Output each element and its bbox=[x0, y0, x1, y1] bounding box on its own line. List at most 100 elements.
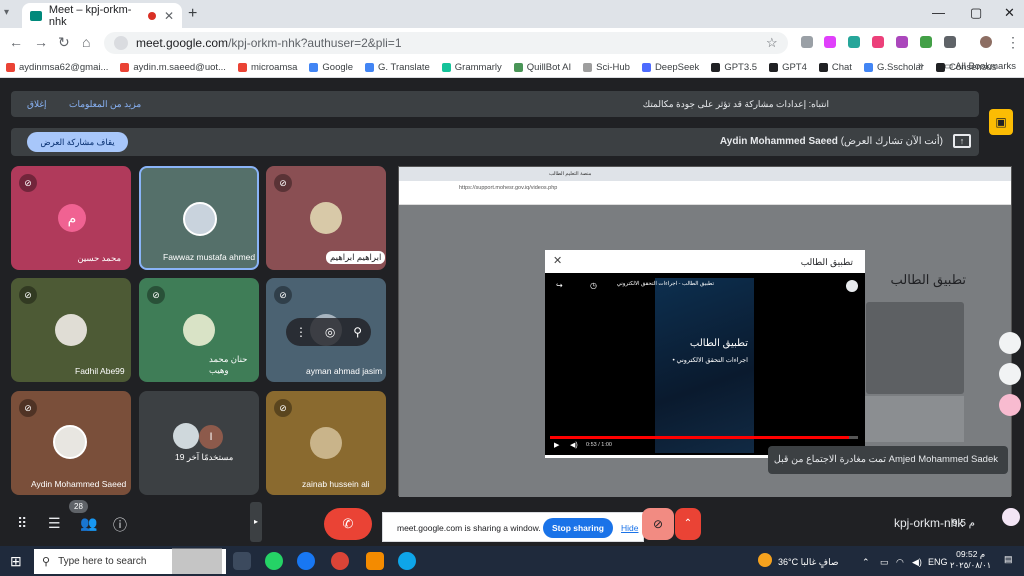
url-path: /kpj-orkm-nhk?authuser=2&pli=1 bbox=[228, 36, 402, 50]
leave-call-button[interactable]: ✆ bbox=[324, 508, 372, 540]
side-panel-icon[interactable] bbox=[999, 363, 1021, 385]
facebook-icon[interactable] bbox=[297, 552, 315, 570]
bookmark-item[interactable]: aydin.m.saeed@uot... bbox=[120, 62, 226, 73]
modal-close-icon[interactable]: ✕ bbox=[553, 254, 562, 267]
bookmark-item[interactable]: Google bbox=[309, 62, 353, 73]
people-icon[interactable]: 👥 bbox=[80, 515, 97, 532]
wifi-icon[interactable]: ◠ bbox=[896, 557, 904, 568]
extension-translate-icon[interactable] bbox=[872, 36, 884, 48]
participant-tile[interactable]: ⊘ zainab hussein ali bbox=[266, 391, 386, 495]
extensions-puzzle-icon[interactable] bbox=[944, 36, 956, 48]
bookmark-item[interactable]: GPT3.5 bbox=[711, 62, 757, 73]
extension-shield-icon[interactable] bbox=[801, 36, 813, 48]
participant-tile[interactable]: ⊘ Fadhil Abe99 bbox=[11, 278, 131, 382]
share-video-icon[interactable]: ↪ bbox=[556, 281, 563, 290]
bookmark-star-icon[interactable]: ☆ bbox=[766, 35, 778, 51]
volume-icon[interactable]: ◀) bbox=[570, 441, 578, 449]
home-icon[interactable]: ⌂ bbox=[82, 34, 90, 50]
chrome-icon[interactable] bbox=[331, 552, 349, 570]
hide-notification-link[interactable]: Hide bbox=[621, 523, 638, 533]
participant-tile[interactable]: ⊘ م محمد حسين bbox=[11, 166, 131, 270]
stop-sharing-button[interactable]: Stop sharing bbox=[543, 518, 613, 538]
more-audio-options-icon[interactable]: ⌃ bbox=[675, 508, 701, 540]
bookmark-label: GPT3.5 bbox=[724, 62, 758, 73]
bookmark-item[interactable]: microamsa bbox=[237, 62, 297, 73]
bookmark-item[interactable]: Sci-Hub bbox=[583, 62, 630, 73]
windows-start-icon[interactable]: ⊞ bbox=[10, 553, 22, 570]
dismiss-banner-link[interactable]: إغلاق bbox=[27, 99, 47, 110]
stop-presenting-button[interactable]: يقاف مشاركة العرض bbox=[27, 132, 128, 152]
participant-tile[interactable]: ⊘ ابراهيم ابراهيم bbox=[266, 166, 386, 270]
mic-off-button[interactable]: ⊘ bbox=[642, 508, 674, 540]
pin-icon[interactable]: ⚲ bbox=[353, 325, 362, 339]
meeting-info-icon[interactable]: ⓘ bbox=[113, 515, 127, 535]
present-to-all-icon: ↑ bbox=[953, 134, 971, 148]
network-icon[interactable]: ▭ bbox=[880, 557, 889, 568]
whatsapp-icon[interactable] bbox=[265, 552, 283, 570]
task-view-icon[interactable] bbox=[233, 552, 251, 570]
close-window-button[interactable]: ✕ bbox=[1004, 5, 1015, 21]
address-bar[interactable]: meet.google.com /kpj-orkm-nhk?authuser=2… bbox=[104, 32, 788, 54]
notifications-icon[interactable]: ▤ bbox=[1004, 554, 1013, 565]
input-language[interactable]: ENG bbox=[928, 557, 948, 567]
bookmark-favicon-icon bbox=[237, 63, 247, 72]
back-icon[interactable]: ← bbox=[9, 34, 23, 50]
edge-icon[interactable] bbox=[398, 552, 416, 570]
apps-grid-icon[interactable]: ⠿ bbox=[17, 515, 27, 532]
tray-overflow-icon[interactable]: ⌃ bbox=[862, 557, 870, 568]
speaker-icon[interactable]: ◀) bbox=[912, 557, 922, 568]
profile-avatar[interactable] bbox=[980, 36, 992, 48]
maximize-button[interactable]: ▢ bbox=[970, 5, 982, 21]
avatar bbox=[183, 314, 215, 346]
side-panel-icon[interactable] bbox=[999, 332, 1021, 354]
screen-share-warning-icon[interactable]: ▣ bbox=[989, 109, 1013, 135]
browser-tab-meet[interactable]: Meet – kpj-orkm-nhk ✕ bbox=[22, 3, 182, 28]
bookmarks-overflow-icon[interactable]: » bbox=[918, 60, 924, 71]
bookmark-item[interactable]: QuillBot AI bbox=[513, 62, 571, 73]
presenter-name: Aydin Mohammed Saeed bbox=[719, 136, 838, 147]
extension-green-icon[interactable] bbox=[920, 36, 932, 48]
all-bookmarks-button[interactable]: ▭ All Bookmarks bbox=[944, 61, 1016, 72]
participant-tile-speaking[interactable]: Fawwaz mustafa ahmed bbox=[139, 166, 259, 270]
chat-icon[interactable]: ☰ bbox=[48, 515, 61, 532]
video-progress-bar[interactable] bbox=[550, 436, 858, 439]
tab-search-icon[interactable]: ▾ bbox=[4, 7, 9, 18]
bookmark-item[interactable]: Chat bbox=[818, 62, 852, 73]
site-info-icon[interactable] bbox=[114, 36, 128, 50]
mic-off-icon: ⊘ bbox=[19, 174, 37, 192]
extension-screen-icon[interactable] bbox=[848, 36, 860, 48]
system-clock[interactable]: 09:52 م ٢٠٢٥/٠٨/٠١ bbox=[950, 549, 991, 571]
expand-controls-icon[interactable]: ▸ bbox=[250, 502, 262, 542]
bookmark-item[interactable]: DeepSeek bbox=[641, 62, 699, 73]
bookmark-item[interactable]: GPT4 bbox=[769, 62, 807, 73]
minimize-button[interactable]: — bbox=[932, 5, 945, 20]
browser-menu-icon[interactable]: ⋮ bbox=[1006, 34, 1020, 51]
bookmark-item[interactable]: G.Sscholar bbox=[863, 62, 924, 73]
play-icon[interactable]: ▶ bbox=[554, 441, 559, 449]
watch-later-icon[interactable]: ◷ bbox=[590, 281, 597, 290]
extension-ai-icon[interactable] bbox=[896, 36, 908, 48]
extension-color-icon[interactable] bbox=[824, 36, 836, 48]
learn-more-link[interactable]: مزيد من المعلومات bbox=[69, 99, 141, 110]
others-tile[interactable]: I 19 مستخدمًا آخر bbox=[139, 391, 259, 495]
forward-icon[interactable]: → bbox=[34, 34, 48, 50]
inner-tab-title: منصة التعليم الطالب bbox=[549, 171, 592, 177]
more-options-icon[interactable]: ⋮ bbox=[295, 325, 307, 339]
participant-tile-self[interactable]: ⊘ Aydin Mohammed Saeed bbox=[11, 391, 131, 495]
mic-off-icon: ⊘ bbox=[274, 174, 292, 192]
participant-left-toast: تمت مغادرة الاجتماع من قبل Amjed Mohamme… bbox=[768, 446, 1008, 474]
participant-tile[interactable]: ⊘ حنان محمد وهيب bbox=[139, 278, 259, 382]
weather-text[interactable]: 36°C صافٍ غالبا bbox=[778, 557, 839, 568]
avatar bbox=[55, 314, 87, 346]
close-tab-icon[interactable]: ✕ bbox=[164, 9, 174, 23]
participant-name: محمد حسين bbox=[77, 253, 121, 263]
bookmark-item[interactable]: G. Translate bbox=[365, 62, 430, 73]
gemini-icon[interactable] bbox=[1002, 508, 1020, 526]
tile-options-overlay: ⋮ ◎ ⚲ bbox=[286, 318, 371, 346]
bookmark-item[interactable]: Grammarly bbox=[441, 62, 502, 73]
reload-icon[interactable]: ↻ bbox=[58, 34, 70, 51]
side-panel-icon[interactable] bbox=[999, 394, 1021, 416]
new-tab-button[interactable]: + bbox=[188, 5, 197, 23]
bookmark-item[interactable]: aydinmsa62@gmai... bbox=[6, 62, 108, 73]
app-orange-icon[interactable] bbox=[366, 552, 384, 570]
